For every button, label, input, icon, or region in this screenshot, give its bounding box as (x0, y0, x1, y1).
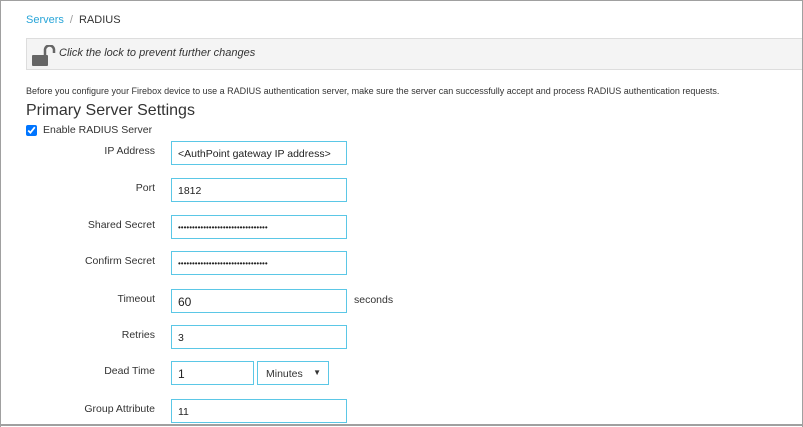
timeout-row: Timeout 60 seconds (1, 289, 501, 313)
port-label: Port (135, 182, 155, 194)
breadcrumb-servers-link[interactable]: Servers (26, 14, 64, 26)
port-input[interactable]: 1812 (171, 178, 347, 202)
confirm-row: Confirm Secret ••••••••••••••••••••••••••… (1, 251, 501, 275)
deadtime-row: Dead Time 1 Minutes ▼ (1, 361, 501, 385)
retries-label: Retries (121, 329, 155, 341)
ip-row: IP Address <AuthPoint gateway IP address> (1, 141, 501, 165)
dead-time-label: Dead Time (104, 365, 155, 377)
enable-radius-checkbox-row[interactable]: Enable RADIUS Server (26, 124, 152, 136)
retries-row: Retries 3 (1, 325, 501, 349)
breadcrumb-current: RADIUS (78, 14, 121, 26)
intro-text: Before you configure your Firebox device… (26, 86, 720, 96)
port-row: Port 1812 (1, 178, 501, 202)
enable-radius-label: Enable RADIUS Server (43, 124, 153, 136)
breadcrumb: Servers / RADIUS (26, 14, 121, 26)
dead-time-input[interactable]: 1 (171, 361, 254, 385)
group-attribute-input[interactable]: 11 (171, 399, 347, 423)
dead-time-unit-value: Minutes (266, 368, 303, 380)
lock-bar: Click the lock to prevent further change… (26, 38, 802, 70)
lock-message: Click the lock to prevent further change… (59, 47, 256, 59)
breadcrumb-separator: / (69, 14, 73, 26)
ip-address-input[interactable]: <AuthPoint gateway IP address> (171, 141, 347, 165)
enable-radius-checkbox[interactable] (26, 124, 37, 136)
retries-input[interactable]: 3 (171, 325, 347, 349)
shared-secret-label: Shared Secret (87, 219, 155, 231)
confirm-secret-label: Confirm Secret (84, 255, 155, 267)
dropdown-arrow-icon: ▼ (313, 368, 321, 377)
unlocked-padlock-icon[interactable] (31, 45, 57, 67)
timeout-unit: seconds (354, 294, 394, 306)
window: Servers / RADIUS Click the lock to prevent… (0, 0, 803, 427)
section-title: Primary Server Settings (26, 102, 195, 119)
group-row: Group Attribute 11 (1, 399, 501, 423)
secret-row: Shared Secret •••••••••••••••••••••••••••… (1, 215, 501, 239)
bottom-border (0, 424, 803, 426)
timeout-input[interactable]: 60 (171, 289, 347, 313)
timeout-label: Timeout (117, 293, 155, 305)
ip-label: IP Address (104, 145, 155, 157)
shared-secret-input[interactable]: •••••••••••••••••••••••••••••••• (171, 215, 347, 239)
group-attribute-label: Group Attribute (84, 403, 155, 415)
dead-time-unit-select[interactable]: Minutes ▼ (257, 361, 329, 385)
confirm-secret-input[interactable]: •••••••••••••••••••••••••••••••• (171, 251, 347, 275)
